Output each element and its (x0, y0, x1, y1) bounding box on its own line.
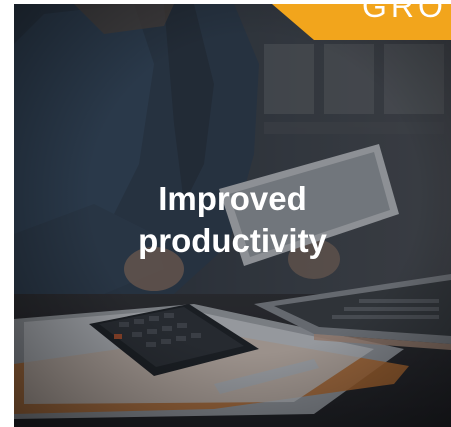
feature-card: GRO Improved productivity (14, 4, 451, 427)
ribbon-text: GRO (362, 4, 447, 24)
caption-line-2: productivity (138, 222, 327, 259)
card-caption: Improved productivity (14, 178, 451, 262)
caption-line-1: Improved (158, 180, 307, 217)
